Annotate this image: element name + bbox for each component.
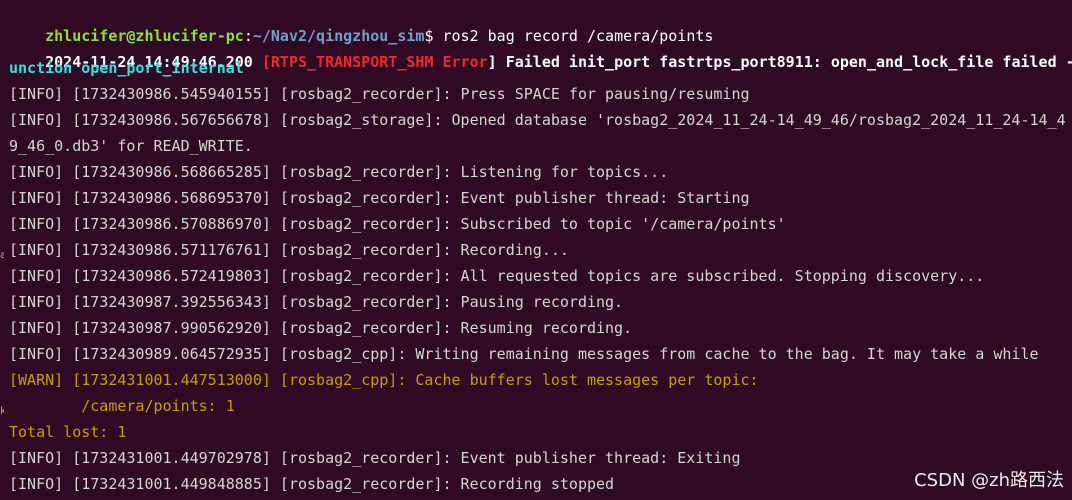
log-line: [INFO] [1732430986.572419803] [rosbag2_r…: [9, 267, 985, 285]
log-line: [INFO] [1732430986.545940155] [rosbag2_r…: [9, 85, 750, 103]
log-line: [INFO] [1732430989.064572935] [rosbag2_c…: [9, 345, 1039, 363]
error-message: ] Failed init_port fastrtps_port8911: op…: [487, 53, 1072, 71]
error-source: [RTPS_TRANSPORT_SHM: [261, 53, 443, 71]
warn-log-line: [WARN] [1732431001.447513000] [rosbag2_c…: [9, 371, 759, 389]
log-line: 9_46_0.db3' for READ_WRITE.: [9, 137, 253, 155]
log-line: [INFO] [1732430986.570886970] [rosbag2_r…: [9, 215, 786, 233]
log-line: [INFO] [1732430986.568665285] [rosbag2_r…: [9, 163, 669, 181]
log-line: [INFO] [1732430986.571176761] [rosbag2_r…: [9, 241, 569, 259]
terminal-window[interactable]: zhlucifer@zhlucifer-pc:~/Nav2/qingzhou_s…: [0, 0, 1072, 500]
error-wrap-line: unction open_port_internal: [9, 59, 244, 77]
error-level: Error: [442, 53, 488, 71]
prompt-line: zhlucifer@zhlucifer-pc:~/Nav2/qingzhou_s…: [9, 6, 713, 45]
warn-total-line: Total lost: 1: [9, 423, 127, 441]
log-line: [INFO] [1732431001.449848885] [rosbag2_r…: [9, 475, 615, 493]
error-log-line: 2024-11-24 14:49:46.200 [RTPS_TRANSPORT_…: [9, 32, 1072, 71]
log-line: [INFO] [1732430986.567656678] [rosbag2_s…: [9, 111, 1066, 129]
log-line: [INFO] [1732430987.392556343] [rosbag2_r…: [9, 293, 624, 311]
log-line: [INFO] [1732430986.568695370] [rosbag2_r…: [9, 189, 750, 207]
log-line: [INFO] [1732431001.449702978] [rosbag2_r…: [9, 449, 741, 467]
edge-glyph: a: [0, 250, 4, 261]
edge-glyph: k: [0, 406, 4, 417]
warn-topic-line: /camera/points: 1: [9, 397, 235, 415]
log-line: [INFO] [1732430987.990562920] [rosbag2_r…: [9, 319, 633, 337]
watermark: CSDN @zh路西法: [914, 470, 1064, 491]
